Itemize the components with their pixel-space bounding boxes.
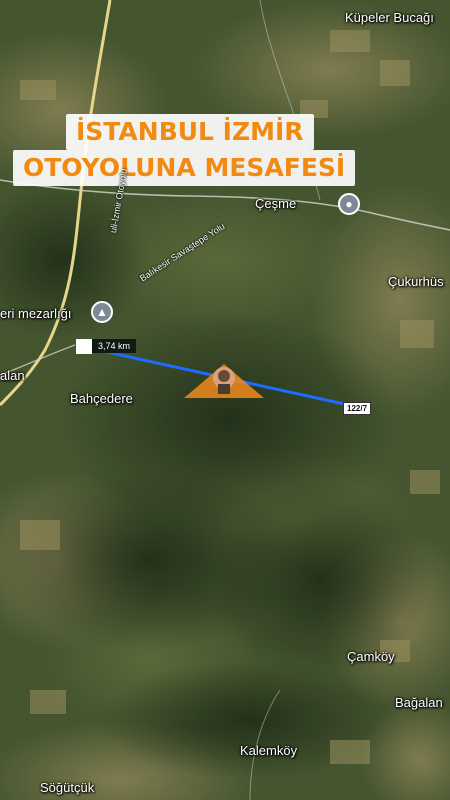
distance-label: 3,74 km [92, 339, 137, 353]
satellite-map[interactable]: İSTANBUL İZMİR OTOYOLUNA MESAFESİ uli-İz… [0, 0, 450, 800]
logo-pin-icon[interactable] [184, 362, 264, 402]
place-cukurhus[interactable]: Çukurhüs [388, 274, 444, 289]
cemetery-icon[interactable]: ▲ [91, 301, 113, 323]
place-camkoy[interactable]: Çamköy [347, 649, 395, 664]
road-badge: 122/7 [343, 402, 372, 415]
place-bagalan[interactable]: Bağalan [395, 695, 443, 710]
place-bahcedere[interactable]: Bahçedere [70, 391, 133, 406]
place-kalemkoy[interactable]: Kalemköy [240, 743, 297, 758]
place-alan[interactable]: alan [0, 368, 25, 383]
location-dot-icon[interactable]: ● [338, 193, 360, 215]
title-line-2: OTOYOLUNA MESAFESİ [13, 150, 356, 186]
title-line-1: İSTANBUL İZMİR [66, 114, 314, 150]
place-cesme[interactable]: Çeşme [255, 196, 296, 211]
place-sogutcuk[interactable]: Söğütçük [40, 780, 94, 795]
distance-start-marker[interactable] [76, 339, 92, 354]
place-kupeler[interactable]: Küpeler Bucağı [345, 10, 434, 25]
place-mezarligi[interactable]: eri mezarlığı [0, 306, 72, 321]
